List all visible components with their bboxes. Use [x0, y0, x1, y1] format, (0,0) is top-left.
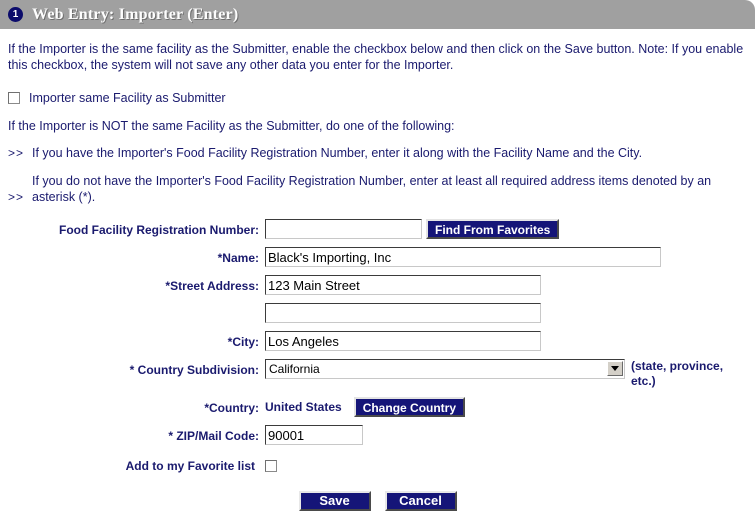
street-address-2-label	[8, 303, 265, 307]
page-content: If the Importer is the same facility as …	[0, 41, 755, 511]
same-facility-checkbox[interactable]	[8, 92, 20, 104]
city-input[interactable]	[265, 331, 541, 351]
field-row-name: *Name:	[8, 247, 747, 267]
same-facility-checkbox-label: Importer same Facility as Submitter	[29, 91, 226, 105]
ffrn-label: Food Facility Registration Number:	[58, 223, 259, 237]
chevron-marker-icon: >>	[8, 190, 25, 204]
intro-paragraph: If the Importer is the same facility as …	[8, 42, 744, 72]
chevron-down-icon[interactable]	[607, 361, 623, 376]
field-row-street-address-2	[8, 303, 747, 323]
field-row-country: *Country: United States Change Country	[8, 397, 747, 417]
field-row-country-subdivision: * Country Subdivision: California (state…	[8, 359, 747, 389]
form-actions: Save Cancel	[8, 491, 747, 511]
add-favorite-label: Add to my Favorite list	[125, 459, 255, 473]
step-number-badge: 1	[8, 7, 23, 22]
country-subdivision-selected-value: California	[265, 359, 625, 379]
importer-form: Food Facility Registration Number: Find …	[8, 219, 747, 473]
zip-input[interactable]	[265, 425, 363, 445]
name-input[interactable]	[265, 247, 661, 267]
country-subdivision-hint: (state, province, etc.)	[631, 359, 724, 388]
add-favorite-checkbox[interactable]	[265, 460, 277, 472]
page-title: Web Entry: Importer (Enter)	[32, 5, 239, 23]
field-row-ffrn: Food Facility Registration Number: Find …	[8, 219, 747, 239]
cancel-button[interactable]: Cancel	[384, 491, 457, 511]
street-address-input[interactable]	[265, 275, 541, 295]
country-value: United States	[265, 400, 342, 414]
street-address-2-input[interactable]	[265, 303, 541, 323]
street-address-label: *Street Address:	[165, 279, 259, 293]
field-row-add-favorite: Add to my Favorite list	[8, 459, 747, 473]
name-label: *Name:	[217, 251, 259, 265]
ffrn-input[interactable]	[265, 219, 422, 239]
change-country-button[interactable]: Change Country	[353, 397, 466, 417]
field-row-city: *City:	[8, 331, 747, 351]
instruction-bullet-one-text: If you have the Importer's Food Facility…	[32, 146, 643, 160]
not-same-facility-heading: If the Importer is NOT the same Facility…	[8, 119, 455, 133]
instruction-bullet-two-text: If you do not have the Importer's Food F…	[32, 174, 712, 204]
country-subdivision-select[interactable]: California	[265, 359, 625, 379]
zip-label: * ZIP/Mail Code:	[168, 429, 259, 443]
field-row-zip: * ZIP/Mail Code:	[8, 425, 747, 445]
save-button[interactable]: Save	[298, 491, 371, 511]
find-from-favorites-button[interactable]: Find From Favorites	[426, 219, 560, 239]
country-subdivision-label: * Country Subdivision:	[129, 363, 259, 377]
country-label: *Country:	[204, 401, 259, 415]
field-row-street-address: *Street Address:	[8, 275, 747, 295]
page-header-bar: 1 Web Entry: Importer (Enter)	[0, 0, 755, 29]
same-facility-checkbox-row[interactable]: Importer same Facility as Submitter	[8, 91, 747, 105]
instruction-bullet-two: >> If you do not have the Importer's Foo…	[8, 173, 747, 205]
city-label: *City:	[227, 335, 259, 349]
instruction-bullet-one: >> If you have the Importer's Food Facil…	[8, 145, 747, 161]
chevron-marker-icon: >>	[8, 146, 25, 160]
